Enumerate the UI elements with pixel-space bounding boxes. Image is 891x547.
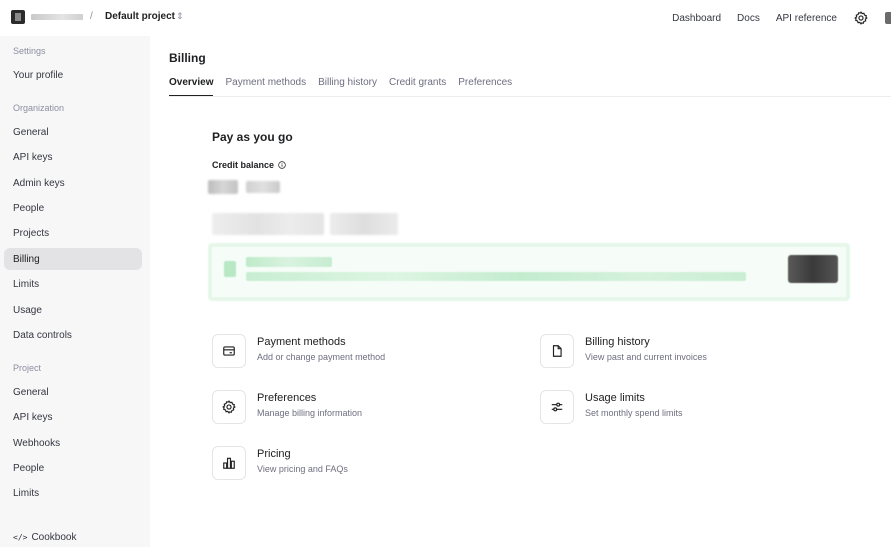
document-icon — [540, 334, 574, 368]
billing-alert-redacted — [208, 243, 850, 301]
sidebar-item-your-profile[interactable]: Your profile — [4, 64, 142, 86]
card-pricing[interactable]: Pricing View pricing and FAQs — [212, 446, 348, 480]
card-title: Pricing — [257, 448, 291, 460]
card-title: Preferences — [257, 392, 317, 404]
add-credit-button-redacted[interactable] — [212, 213, 324, 235]
gear-icon — [212, 390, 246, 424]
tab-billing-history[interactable]: Billing history — [318, 77, 377, 97]
credit-balance-value-redacted — [246, 181, 280, 193]
sidebar-item-usage[interactable]: Usage — [4, 299, 142, 321]
alert-title-redacted — [246, 257, 332, 267]
sliders-icon — [540, 390, 574, 424]
top-bar: / Default project ⇕ Dashboard Docs API r… — [0, 0, 891, 36]
card-desc: Set monthly spend limits — [585, 408, 683, 418]
org-avatar[interactable] — [11, 10, 25, 24]
cancel-plan-button-redacted[interactable] — [330, 213, 398, 235]
sidebar-section-project: Project — [13, 363, 42, 373]
section-title: Pay as you go — [212, 130, 293, 144]
cookbook-label: Cookbook — [31, 532, 77, 543]
sidebar: Settings Your profile Organization Gener… — [0, 36, 150, 547]
sidebar-item-project-api-keys[interactable]: API keys — [4, 406, 142, 428]
cookbook-link[interactable]: </> Cookbook — [13, 532, 76, 543]
sidebar-item-projects[interactable]: Projects — [4, 222, 142, 244]
settings-gear-icon[interactable] — [853, 10, 869, 26]
user-avatar[interactable] — [885, 12, 891, 24]
pricing-chart-icon — [212, 446, 246, 480]
alert-body-redacted — [246, 272, 746, 281]
tab-preferences[interactable]: Preferences — [458, 77, 512, 97]
sidebar-item-project-general[interactable]: General — [4, 381, 142, 403]
sidebar-section-settings: Settings — [13, 46, 46, 56]
project-selector[interactable]: Default project — [105, 11, 175, 22]
credit-balance-value-redacted — [208, 180, 238, 194]
sidebar-item-org-api-keys[interactable]: API keys — [4, 146, 142, 168]
sidebar-item-project-limits[interactable]: Limits — [4, 482, 142, 504]
sidebar-item-billing[interactable]: Billing — [4, 248, 142, 270]
docs-link[interactable]: Docs — [737, 13, 760, 24]
sidebar-item-webhooks[interactable]: Webhooks — [4, 432, 142, 454]
sidebar-section-organization: Organization — [13, 103, 65, 113]
breadcrumb-separator: / — [90, 11, 93, 22]
card-title: Usage limits — [585, 392, 645, 404]
card-title: Payment methods — [257, 336, 346, 348]
dashboard-link[interactable]: Dashboard — [672, 13, 721, 24]
card-title: Billing history — [585, 336, 650, 348]
card-billing-history[interactable]: Billing history View past and current in… — [540, 334, 707, 368]
main-content: Billing Overview Payment methods Billing… — [150, 36, 891, 547]
card-desc: View past and current invoices — [585, 352, 707, 362]
tabs-divider — [169, 96, 891, 97]
chevron-updown-icon[interactable]: ⇕ — [176, 11, 184, 22]
sidebar-item-admin-keys[interactable]: Admin keys — [4, 172, 142, 194]
credit-balance-text: Credit balance — [212, 160, 275, 170]
billing-tabs: Overview Payment methods Billing history… — [169, 77, 524, 97]
tab-payment-methods[interactable]: Payment methods — [225, 77, 306, 97]
card-desc: Manage billing information — [257, 408, 363, 418]
tab-credit-grants[interactable]: Credit grants — [389, 77, 446, 97]
card-desc: Add or change payment method — [257, 352, 386, 362]
page-title: Billing — [169, 51, 206, 65]
card-desc: View pricing and FAQs — [257, 464, 348, 474]
card-preferences[interactable]: Preferences Manage billing information — [212, 390, 362, 424]
card-payment-methods[interactable]: Payment methods Add or change payment me… — [212, 334, 385, 368]
sidebar-item-data-controls[interactable]: Data controls — [4, 324, 142, 346]
sidebar-item-org-limits[interactable]: Limits — [4, 273, 142, 295]
top-nav: Dashboard Docs API reference — [672, 0, 891, 36]
org-name-redacted[interactable] — [31, 14, 83, 20]
tab-overview[interactable]: Overview — [169, 77, 214, 97]
info-icon[interactable] — [278, 161, 286, 169]
sidebar-item-org-general[interactable]: General — [4, 121, 142, 143]
code-icon: </> — [13, 533, 28, 542]
credit-card-icon — [212, 334, 246, 368]
alert-icon — [224, 261, 236, 277]
alert-action-button-redacted[interactable] — [788, 255, 838, 283]
sidebar-item-org-people[interactable]: People — [4, 197, 142, 219]
credit-balance-label: Credit balance — [212, 160, 286, 170]
card-usage-limits[interactable]: Usage limits Set monthly spend limits — [540, 390, 683, 424]
sidebar-item-project-people[interactable]: People — [4, 457, 142, 479]
api-reference-link[interactable]: API reference — [776, 13, 837, 24]
